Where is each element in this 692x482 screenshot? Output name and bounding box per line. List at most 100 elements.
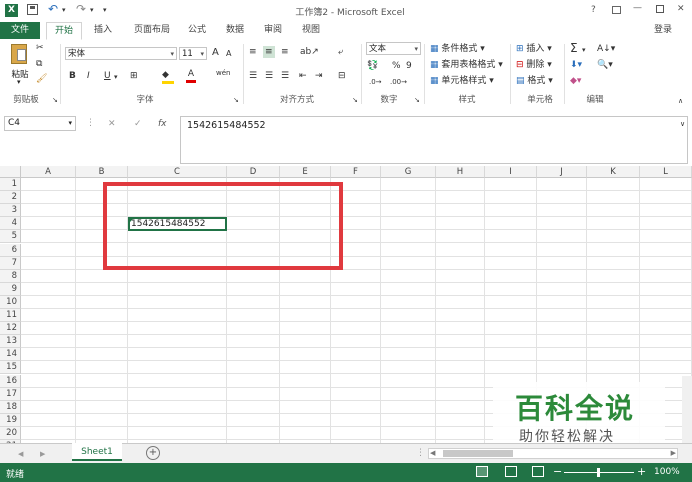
row-header-10[interactable]: 10 <box>0 295 21 309</box>
formula-input[interactable]: 1542615484552 <box>180 116 688 164</box>
row-header-2[interactable]: 2 <box>0 191 21 205</box>
format-painter-icon[interactable]: 🖌 <box>36 73 47 85</box>
save-icon[interactable] <box>27 4 38 15</box>
format-as-table-button[interactable]: ▦ 套用表格格式 ▾ <box>430 59 503 71</box>
page-layout-view-icon[interactable] <box>505 466 517 477</box>
row-header-7[interactable]: 7 <box>0 256 21 270</box>
increase-indent-icon[interactable]: ⇥ <box>315 70 323 82</box>
undo-icon[interactable]: ↶ <box>48 3 58 15</box>
normal-view-icon[interactable] <box>476 466 488 477</box>
underline-button[interactable]: U <box>104 70 111 82</box>
sort-filter-icon[interactable]: A↓▾ <box>597 43 615 55</box>
insert-function-icon[interactable]: fx <box>158 118 167 130</box>
column-header-l[interactable]: L <box>640 166 692 178</box>
tab-insert[interactable]: 插入 <box>86 22 120 39</box>
name-box[interactable]: C4 ▾ <box>4 116 76 131</box>
fill-color-icon[interactable]: ◆ <box>162 69 174 84</box>
tab-review[interactable]: 审阅 <box>258 22 288 39</box>
row-header-9[interactable]: 9 <box>0 282 21 296</box>
column-header-i[interactable]: I <box>485 166 537 178</box>
redo-dropdown-icon[interactable]: ▾ <box>90 4 94 16</box>
cancel-icon[interactable]: ✕ <box>108 118 116 130</box>
row-header-15[interactable]: 15 <box>0 361 21 375</box>
restore-button[interactable] <box>656 5 664 13</box>
autosum-icon[interactable]: Σ <box>570 42 578 54</box>
prev-sheet-icon[interactable]: ◀ <box>18 448 23 460</box>
align-left-icon[interactable]: ☰ <box>249 70 257 82</box>
tab-data[interactable]: 数据 <box>220 22 250 39</box>
enter-icon[interactable]: ✓ <box>134 118 142 130</box>
row-header-11[interactable]: 11 <box>0 309 21 322</box>
row-header-13[interactable]: 13 <box>0 335 21 349</box>
column-header-f[interactable]: F <box>331 166 381 178</box>
login-link[interactable]: 登录 <box>648 22 678 39</box>
column-header-b[interactable]: B <box>76 166 128 178</box>
minimize-button[interactable]: — <box>633 3 642 13</box>
undo-dropdown-icon[interactable]: ▾ <box>62 4 66 16</box>
redo-icon[interactable]: ↷ <box>76 3 86 15</box>
row-header-12[interactable]: 12 <box>0 322 21 336</box>
font-color-icon[interactable]: A <box>186 68 196 83</box>
tab-split-handle[interactable]: ⋮ <box>416 447 425 459</box>
fill-icon[interactable]: ⬇▾ <box>570 59 582 71</box>
row-header-4[interactable]: 4 <box>0 217 21 231</box>
page-break-view-icon[interactable] <box>532 466 544 477</box>
phonetic-icon[interactable]: wén <box>216 67 230 79</box>
insert-cells-button[interactable]: ⊞ 插入 ▾ <box>516 43 552 55</box>
row-header-6[interactable]: 6 <box>0 243 21 257</box>
align-bottom-icon[interactable]: ≡ <box>281 46 289 58</box>
tab-page-layout[interactable]: 页面布局 <box>126 22 178 39</box>
align-top-icon[interactable]: ≡ <box>249 46 257 58</box>
autosum-dropdown-icon[interactable]: ▾ <box>582 44 586 56</box>
grow-font-icon[interactable]: A <box>212 47 219 59</box>
font-size-select[interactable]: 11 ▾ <box>179 47 207 60</box>
row-header-16[interactable]: 16 <box>0 374 21 388</box>
row-header-14[interactable]: 14 <box>0 348 21 362</box>
dialog-launcher-icon[interactable]: ↘ <box>352 94 358 106</box>
tab-home[interactable]: 开始 <box>46 22 82 40</box>
decrease-indent-icon[interactable]: ⇤ <box>299 70 307 82</box>
clear-icon[interactable]: ◆▾ <box>570 75 581 87</box>
currency-icon[interactable]: 💱 <box>367 60 378 72</box>
row-header-17[interactable]: 17 <box>0 387 21 401</box>
horizontal-scrollbar[interactable]: ◀ ▶ <box>428 448 678 459</box>
select-all-button[interactable] <box>0 166 21 178</box>
dialog-launcher-icon[interactable]: ↘ <box>52 94 58 106</box>
tab-view[interactable]: 视图 <box>296 22 326 39</box>
column-header-j[interactable]: J <box>537 166 587 178</box>
add-sheet-button[interactable]: + <box>146 446 160 460</box>
align-center-icon[interactable]: ☰ <box>265 70 273 82</box>
zoom-slider[interactable] <box>564 468 634 477</box>
merge-center-icon[interactable]: ⊟ <box>338 70 346 82</box>
bold-button[interactable]: B <box>69 70 76 82</box>
row-header-18[interactable]: 18 <box>0 400 21 414</box>
column-header-h[interactable]: H <box>436 166 485 178</box>
column-header-k[interactable]: K <box>587 166 640 178</box>
cell-styles-button[interactable]: ▦ 单元格样式 ▾ <box>430 75 494 87</box>
quick-access-customize-icon[interactable]: ▾ <box>103 4 107 16</box>
column-header-c[interactable]: C <box>128 166 227 178</box>
column-header-d[interactable]: D <box>227 166 280 178</box>
vertical-scrollbar[interactable] <box>682 376 692 443</box>
column-header-g[interactable]: G <box>381 166 436 178</box>
expand-formula-bar-icon[interactable]: ∨ <box>680 118 685 130</box>
comma-style-icon[interactable]: 9 <box>406 60 412 72</box>
tab-formulas[interactable]: 公式 <box>182 22 212 39</box>
paste-button[interactable]: 粘贴 ▾ <box>8 44 32 86</box>
underline-dropdown-icon[interactable]: ▾ <box>114 71 118 83</box>
zoom-in-button[interactable]: + <box>637 465 646 478</box>
copy-icon[interactable]: ⧉ <box>36 58 42 70</box>
orientation-icon[interactable]: ab↗ <box>300 46 319 58</box>
column-header-a[interactable]: A <box>21 166 76 178</box>
zoom-out-button[interactable]: − <box>553 465 562 478</box>
sheet-tab-sheet1[interactable]: Sheet1 <box>72 443 122 461</box>
conditional-formatting-button[interactable]: ▦ 条件格式 ▾ <box>430 43 485 55</box>
wrap-text-icon[interactable]: ⤶ <box>338 46 343 58</box>
tab-file[interactable]: 文件 <box>0 22 40 39</box>
help-button[interactable]: ? <box>591 5 596 15</box>
borders-icon[interactable]: ⊞ <box>130 70 138 82</box>
increase-decimal-icon[interactable]: .0→ <box>369 76 382 88</box>
ribbon-display-options-icon[interactable] <box>612 6 621 14</box>
percent-icon[interactable]: % <box>392 60 401 72</box>
row-header-8[interactable]: 8 <box>0 269 21 283</box>
